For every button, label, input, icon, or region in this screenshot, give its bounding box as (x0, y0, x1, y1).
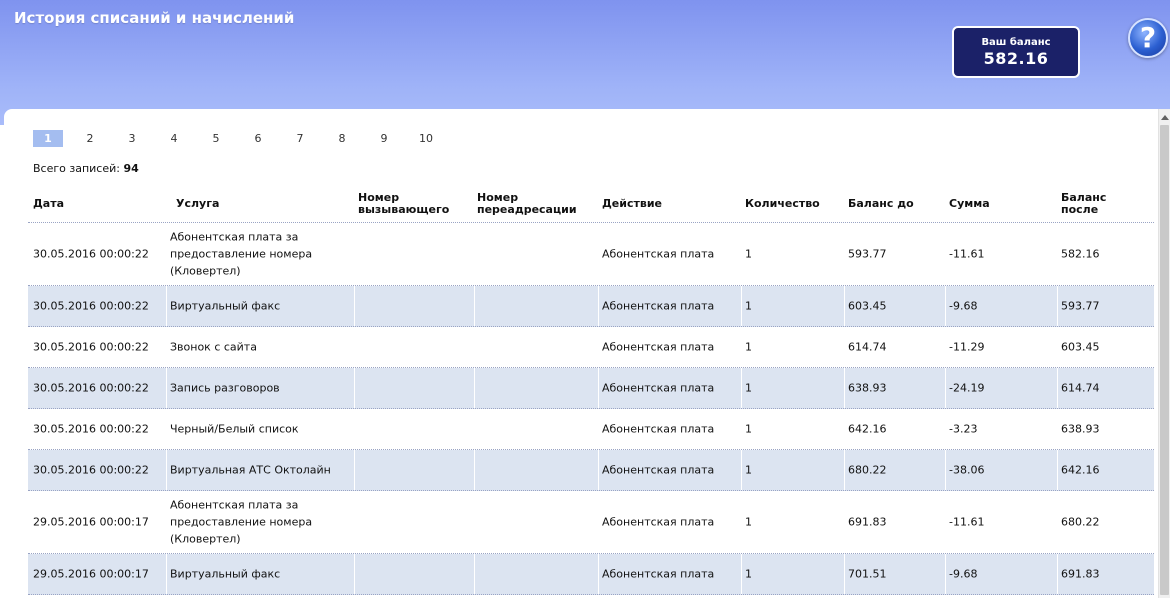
cell-qty: 1 (745, 340, 752, 354)
cell-action: Абонентская плата (602, 463, 715, 477)
col-header-caller[interactable]: Номер вызывающего (358, 192, 458, 216)
cell-balance-before: 638.93 (848, 381, 887, 395)
total-records-label: Всего записей: (33, 162, 120, 175)
cell-qty: 1 (745, 381, 752, 395)
cell-amount: -9.68 (949, 567, 978, 581)
col-header-action[interactable]: Действие (602, 198, 662, 210)
cell-qty: 1 (745, 515, 752, 529)
table-row: 30.05.2016 00:00:22 Виртуальный факс Або… (28, 286, 1154, 327)
cell-service: Виртуальный факс (170, 299, 281, 313)
table-row: 29.05.2016 00:00:17 Виртуальный факс Або… (28, 554, 1154, 595)
col-header-forward[interactable]: Номер переадресации (477, 192, 587, 216)
page-link-8[interactable]: 8 (327, 130, 357, 147)
cell-date: 30.05.2016 00:00:22 (33, 340, 149, 354)
balance-value: 582.16 (983, 49, 1049, 68)
page-link-9[interactable]: 9 (369, 130, 399, 147)
table-row: 30.05.2016 00:00:22 Черный/Белый список … (28, 409, 1154, 450)
cell-action: Абонентская плата (602, 381, 715, 395)
col-header-balance-after[interactable]: Баланс после (1061, 192, 1117, 216)
cell-service: Запись разговоров (170, 381, 280, 395)
cell-action: Абонентская плата (602, 340, 715, 354)
total-records-count: 94 (123, 162, 139, 175)
col-header-qty[interactable]: Количество (745, 198, 820, 210)
cell-service: Черный/Белый список (170, 422, 299, 436)
col-header-service[interactable]: Услуга (176, 198, 219, 210)
col-header-date[interactable]: Дата (33, 198, 64, 210)
cell-action: Абонентская плата (602, 247, 715, 261)
cell-balance-after: 642.16 (1061, 463, 1100, 477)
cell-date: 30.05.2016 00:00:22 (33, 422, 149, 436)
cell-balance-before: 603.45 (848, 299, 887, 313)
page-link-7[interactable]: 7 (285, 130, 315, 147)
cell-date: 30.05.2016 00:00:22 (33, 381, 149, 395)
page-link-2[interactable]: 2 (75, 130, 105, 147)
cell-amount: -24.19 (949, 381, 985, 395)
vertical-scrollbar[interactable] (1158, 109, 1170, 598)
balance-label: Ваш баланс (981, 37, 1051, 48)
cell-service: Абонентская плата за предоставление номе… (170, 498, 313, 546)
scroll-thumb[interactable] (1160, 125, 1169, 595)
page-link-6[interactable]: 6 (243, 130, 273, 147)
total-records: Всего записей: 94 (33, 162, 139, 175)
cell-date: 30.05.2016 00:00:22 (33, 299, 149, 313)
page-link-1[interactable]: 1 (33, 130, 63, 147)
cell-balance-after: 603.45 (1061, 340, 1100, 354)
cell-balance-after: 582.16 (1061, 247, 1100, 261)
cell-service: Звонок с сайта (170, 340, 257, 354)
cell-date: 30.05.2016 00:00:22 (33, 247, 149, 261)
cell-amount: -38.06 (949, 463, 985, 477)
cell-amount: -11.61 (949, 515, 985, 529)
table-row: 30.05.2016 00:00:22 Виртуальная АТС Окто… (28, 450, 1154, 491)
cell-service: Виртуальный факс (170, 567, 281, 581)
cell-balance-after: 614.74 (1061, 381, 1100, 395)
cell-qty: 1 (745, 422, 752, 436)
table-row: 30.05.2016 00:00:22 Запись разговоров Аб… (28, 368, 1154, 409)
scroll-up-arrow-icon[interactable] (1161, 115, 1169, 120)
cell-action: Абонентская плата (602, 567, 715, 581)
page-link-10[interactable]: 10 (411, 130, 441, 147)
cell-action: Абонентская плата (602, 515, 715, 529)
cell-balance-before: 680.22 (848, 463, 887, 477)
page-link-5[interactable]: 5 (201, 130, 231, 147)
cell-amount: -3.23 (949, 422, 978, 436)
help-icon[interactable]: ? (1128, 18, 1168, 58)
cell-balance-before: 642.16 (848, 422, 887, 436)
cell-qty: 1 (745, 567, 752, 581)
cell-amount: -11.29 (949, 340, 985, 354)
cell-date: 30.05.2016 00:00:22 (33, 463, 149, 477)
cell-balance-before: 614.74 (848, 340, 887, 354)
cell-balance-before: 593.77 (848, 247, 887, 261)
table-row: 29.05.2016 00:00:17 Абонентская плата за… (28, 491, 1154, 554)
cell-service: Абонентская плата за предоставление номе… (170, 230, 313, 278)
cell-action: Абонентская плата (602, 422, 715, 436)
page-title: История списаний и начислений (14, 9, 295, 27)
page-link-4[interactable]: 4 (159, 130, 189, 147)
cell-amount: -11.61 (949, 247, 985, 261)
cell-date: 29.05.2016 00:00:17 (33, 515, 149, 529)
cell-balance-before: 701.51 (848, 567, 887, 581)
page-link-3[interactable]: 3 (117, 130, 147, 147)
cell-qty: 1 (745, 299, 752, 313)
cell-qty: 1 (745, 247, 752, 261)
cell-date: 29.05.2016 00:00:17 (33, 567, 149, 581)
table-row: 30.05.2016 00:00:22 Звонок с сайта Абоне… (28, 327, 1154, 368)
cell-balance-after: 680.22 (1061, 515, 1100, 529)
col-header-amount[interactable]: Сумма (949, 198, 990, 210)
cell-amount: -9.68 (949, 299, 978, 313)
cell-qty: 1 (745, 463, 752, 477)
content-panel: 1 2 3 4 5 6 7 8 9 10 Всего записей: 94 Д… (4, 109, 1170, 598)
cell-action: Абонентская плата (602, 299, 715, 313)
page-header: История списаний и начислений Ваш баланс… (0, 0, 1170, 125)
cell-balance-after: 638.93 (1061, 422, 1100, 436)
cell-balance-before: 691.83 (848, 515, 887, 529)
cell-balance-after: 593.77 (1061, 299, 1100, 313)
balance-widget: Ваш баланс 582.16 (952, 26, 1080, 78)
cell-balance-after: 691.83 (1061, 567, 1100, 581)
table-row: 30.05.2016 00:00:22 Абонентская плата за… (28, 223, 1154, 286)
cell-service: Виртуальная АТС Октолайн (170, 463, 331, 477)
col-header-balance-before[interactable]: Баланс до (848, 198, 914, 210)
